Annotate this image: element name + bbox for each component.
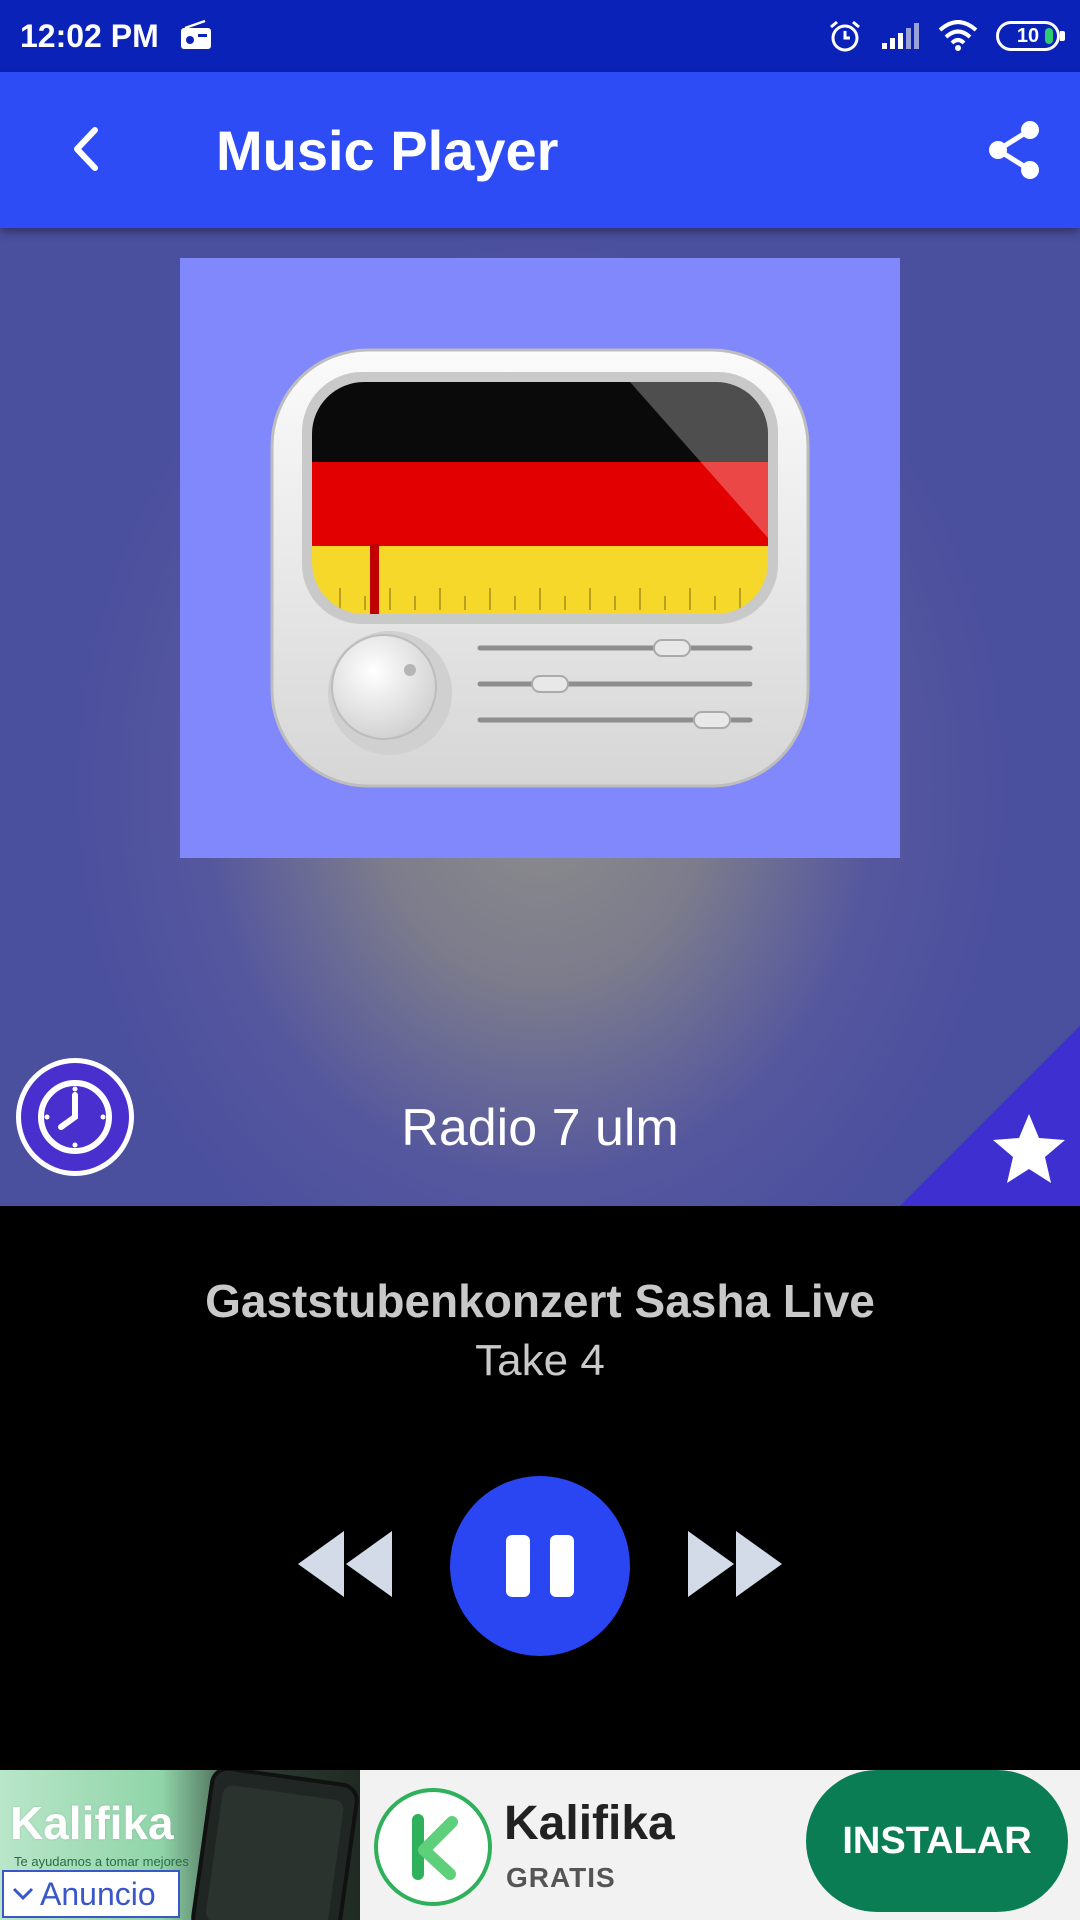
ad-app-name[interactable]: Kalifika <box>504 1796 675 1851</box>
pause-icon <box>550 1535 574 1597</box>
ad-label-text: Anuncio <box>40 1875 156 1912</box>
chevron-down-icon <box>12 1887 34 1901</box>
signal-icon <box>882 23 919 49</box>
wifi-icon <box>938 20 978 51</box>
status-bar: 12:02 PM 10 <box>0 0 1080 72</box>
ad-app-logo[interactable] <box>374 1788 492 1906</box>
ad-image-brand: Kalifika <box>10 1797 174 1849</box>
ad-banner[interactable]: Kalifika Te ayudamos a tomar mejores Anu… <box>0 1770 1080 1920</box>
status-icons: 10 <box>828 19 1065 53</box>
now-playing: Gaststubenkonzert Sasha Live Take 4 <box>0 1206 1080 1770</box>
pause-icon <box>506 1535 530 1597</box>
playback-controls <box>0 1476 1080 1656</box>
germany-radio-icon <box>270 348 810 788</box>
station-artwork <box>180 258 900 858</box>
player-hero: Radio 7 ulm <box>0 228 1080 1206</box>
install-button[interactable]: INSTALAR <box>806 1770 1068 1912</box>
chevron-left-icon <box>74 127 98 171</box>
app-bar: Music Player <box>0 72 1080 228</box>
battery-icon: 10 <box>996 21 1065 51</box>
pause-button[interactable] <box>450 1476 630 1656</box>
battery-fill <box>1045 28 1053 44</box>
share-icon <box>989 121 1039 179</box>
fast-forward-icon[interactable] <box>688 1531 782 1597</box>
page-title: Music Player <box>216 119 559 182</box>
rewind-icon[interactable] <box>298 1531 392 1597</box>
star-icon[interactable] <box>990 1110 1068 1188</box>
favorite-corner[interactable] <box>900 1026 1080 1206</box>
ad-label[interactable]: Anuncio <box>2 1870 180 1918</box>
ad-phone-screen <box>204 1784 345 1920</box>
share-button[interactable] <box>976 112 1052 188</box>
ad-image-tagline: Te ayudamos a tomar mejores <box>14 1854 189 1869</box>
kalifika-logo-icon <box>412 1814 458 1880</box>
battery-level: 10 <box>1016 24 1040 47</box>
status-time: 12:02 PM <box>20 17 159 54</box>
ad-phone-image <box>188 1770 362 1920</box>
alarm-icon <box>830 20 860 52</box>
track-subtitle: Take 4 <box>475 1336 605 1385</box>
track-title: Gaststubenkonzert Sasha Live <box>205 1275 875 1327</box>
ad-app-price: GRATIS <box>506 1862 616 1893</box>
radio-icon <box>180 19 211 49</box>
back-button[interactable] <box>50 114 120 184</box>
